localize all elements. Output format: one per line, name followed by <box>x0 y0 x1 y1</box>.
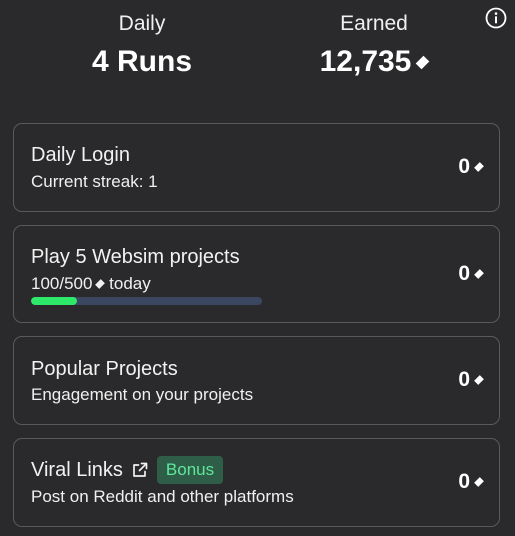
card-reward: 0 <box>458 262 484 286</box>
card-subtitle: Current streak: 1 <box>31 172 158 191</box>
earned-value: 12,735 <box>274 44 474 80</box>
diamond-icon <box>474 477 484 487</box>
card-subtitle: Engagement on your projects <box>31 385 254 404</box>
earned-stat: Earned 12,735 <box>274 10 474 80</box>
daily-value: 4 Runs <box>42 44 242 80</box>
diamond-icon <box>474 162 484 172</box>
daily-label: Daily <box>118 12 166 35</box>
card-reward: 0 <box>458 155 484 179</box>
progress-suffix: today <box>104 274 151 293</box>
reward-amount: 0 <box>458 262 470 285</box>
progress-bar <box>31 297 262 305</box>
popular-projects-card[interactable]: Popular Projects Engagement on your proj… <box>13 336 500 425</box>
card-subtitle: 100/500 today <box>31 274 151 294</box>
reward-amount: 0 <box>458 368 470 391</box>
daily-stat: Daily 4 Runs <box>42 10 242 80</box>
external-link-icon[interactable] <box>131 461 149 479</box>
play-projects-card[interactable]: Play 5 Websim projects 100/500 today 0 <box>13 225 500 323</box>
card-title-row: Viral Links Bonus <box>31 456 224 484</box>
daily-runs: 4 Runs <box>91 45 193 78</box>
info-icon[interactable] <box>485 7 507 29</box>
earned-label: Earned <box>340 12 408 35</box>
card-subtitle: Post on Reddit and other platforms <box>31 487 294 506</box>
card-title: Play 5 Websim projects <box>31 246 240 268</box>
reward-amount: 0 <box>458 155 470 178</box>
diamond-icon <box>474 269 484 279</box>
card-title: Viral Links <box>31 459 123 481</box>
card-title: Popular Projects <box>31 358 178 380</box>
viral-links-card[interactable]: Viral Links Bonus Post on Reddit and oth… <box>13 438 500 527</box>
progress-fill <box>31 297 78 305</box>
diamond-icon <box>474 375 484 385</box>
card-reward: 0 <box>458 368 484 392</box>
daily-login-card[interactable]: Daily Login Current streak: 1 0 <box>13 123 500 212</box>
diamond-icon <box>416 55 430 69</box>
card-title: Daily Login <box>31 144 130 166</box>
progress-amount: 100/500 <box>31 274 93 293</box>
card-reward: 0 <box>458 470 484 494</box>
earned-amount: 12,735 <box>319 45 412 78</box>
bonus-badge: Bonus <box>156 456 224 484</box>
reward-amount: 0 <box>458 470 470 493</box>
